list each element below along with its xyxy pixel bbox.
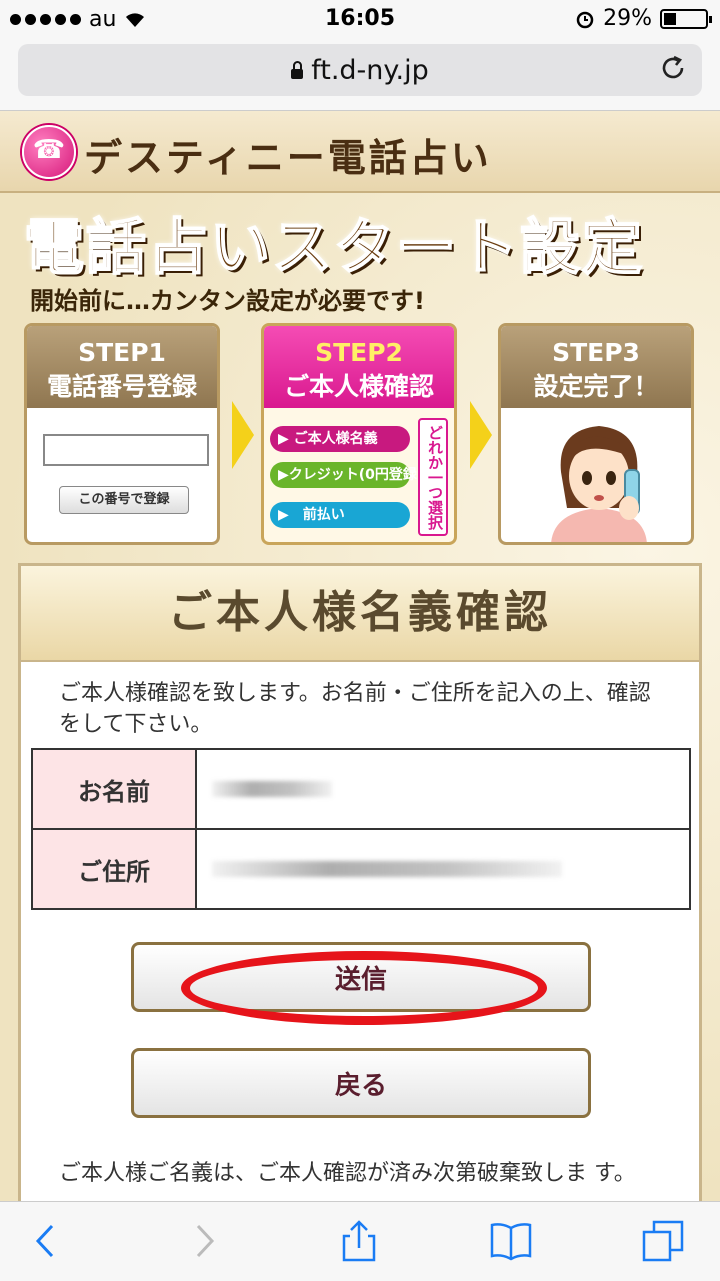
- phone-number-input[interactable]: [43, 434, 209, 466]
- address-bar[interactable]: ft.d-ny.jp: [18, 44, 702, 96]
- identity-confirm-panel: ご本人様名義確認 ご本人様確認を致します。お名前・ご住所を記入の上、確認をして下…: [18, 563, 702, 1201]
- option-credit[interactable]: ▶クレジット(0円登録): [270, 462, 423, 488]
- step1-label: STEP1: [78, 338, 166, 367]
- step1-title: 電話番号登録: [46, 372, 197, 401]
- name-value: [195, 748, 691, 830]
- page-title: 電話占いスタート設定: [23, 212, 644, 284]
- site-header: ☎ デスティニー電話占い: [0, 111, 720, 193]
- panel-title: ご本人様名義確認: [21, 566, 699, 662]
- back-button[interactable]: 戻る: [131, 1048, 591, 1118]
- battery-percent: 29%: [603, 6, 652, 31]
- step2-title: ご本人様確認: [283, 372, 434, 401]
- status-bar: au 16:05 29%: [0, 0, 720, 38]
- lock-icon: [291, 61, 304, 79]
- step3-card: STEP3 設定完了！: [498, 323, 694, 545]
- step2-card: STEP2 ご本人様確認 ▶ ご本人様名義 ▶クレジット(0円登録) ▶ 前払い…: [261, 323, 457, 545]
- identity-table: お名前 ご住所: [31, 748, 691, 910]
- phone-logo-icon: ☎: [22, 125, 76, 179]
- url-text: ft.d-ny.jp: [311, 55, 429, 86]
- step3-label: STEP3: [552, 338, 640, 367]
- step2-label: STEP2: [315, 338, 403, 367]
- reload-icon[interactable]: [658, 53, 688, 83]
- address-value: [195, 828, 691, 910]
- table-row: ご住所: [31, 828, 691, 910]
- option-identity[interactable]: ▶ ご本人様名義: [270, 426, 410, 452]
- site-name: デスティニー電話占い: [84, 136, 492, 180]
- page-subtitle: 開始前に…カンタン設定が必要です!: [30, 287, 425, 315]
- bookmarks-icon[interactable]: [488, 1218, 534, 1264]
- browser-toolbar: [0, 1201, 720, 1281]
- step1-card: STEP1 電話番号登録 この番号で登録: [24, 323, 220, 545]
- step3-title: 設定完了！: [533, 372, 659, 401]
- panel-intro: ご本人様確認を致します。お名前・ご住所を記入の上、確認をして下さい。: [59, 681, 651, 737]
- disposal-note: ご本人様ご名義は、ご本人確認が済み次第破棄致しま す。: [59, 1161, 636, 1186]
- forward-icon[interactable]: [180, 1218, 226, 1264]
- choose-one-note: どれか一つ選択: [418, 418, 448, 536]
- highlight-circle: [181, 951, 547, 1025]
- browser-address-area: ft.d-ny.jp: [0, 38, 720, 111]
- share-icon[interactable]: [336, 1218, 382, 1264]
- step-arrow-icon: [470, 401, 492, 469]
- battery-icon: [660, 8, 712, 29]
- address-label: ご住所: [31, 828, 197, 910]
- table-row: お名前: [31, 748, 691, 830]
- web-page: ☎ デスティニー電話占い 電話占いスタート設定 開始前に…カンタン設定が必要です…: [0, 111, 720, 1201]
- alarm-icon: [576, 11, 594, 28]
- name-label: お名前: [31, 748, 197, 830]
- back-icon[interactable]: [24, 1218, 70, 1264]
- option-prepay[interactable]: ▶ 前払い: [270, 502, 410, 528]
- tabs-icon[interactable]: [640, 1218, 686, 1264]
- step-arrow-icon: [232, 401, 254, 469]
- operator-illustration: [551, 426, 647, 542]
- register-number-button[interactable]: この番号で登録: [59, 486, 189, 514]
